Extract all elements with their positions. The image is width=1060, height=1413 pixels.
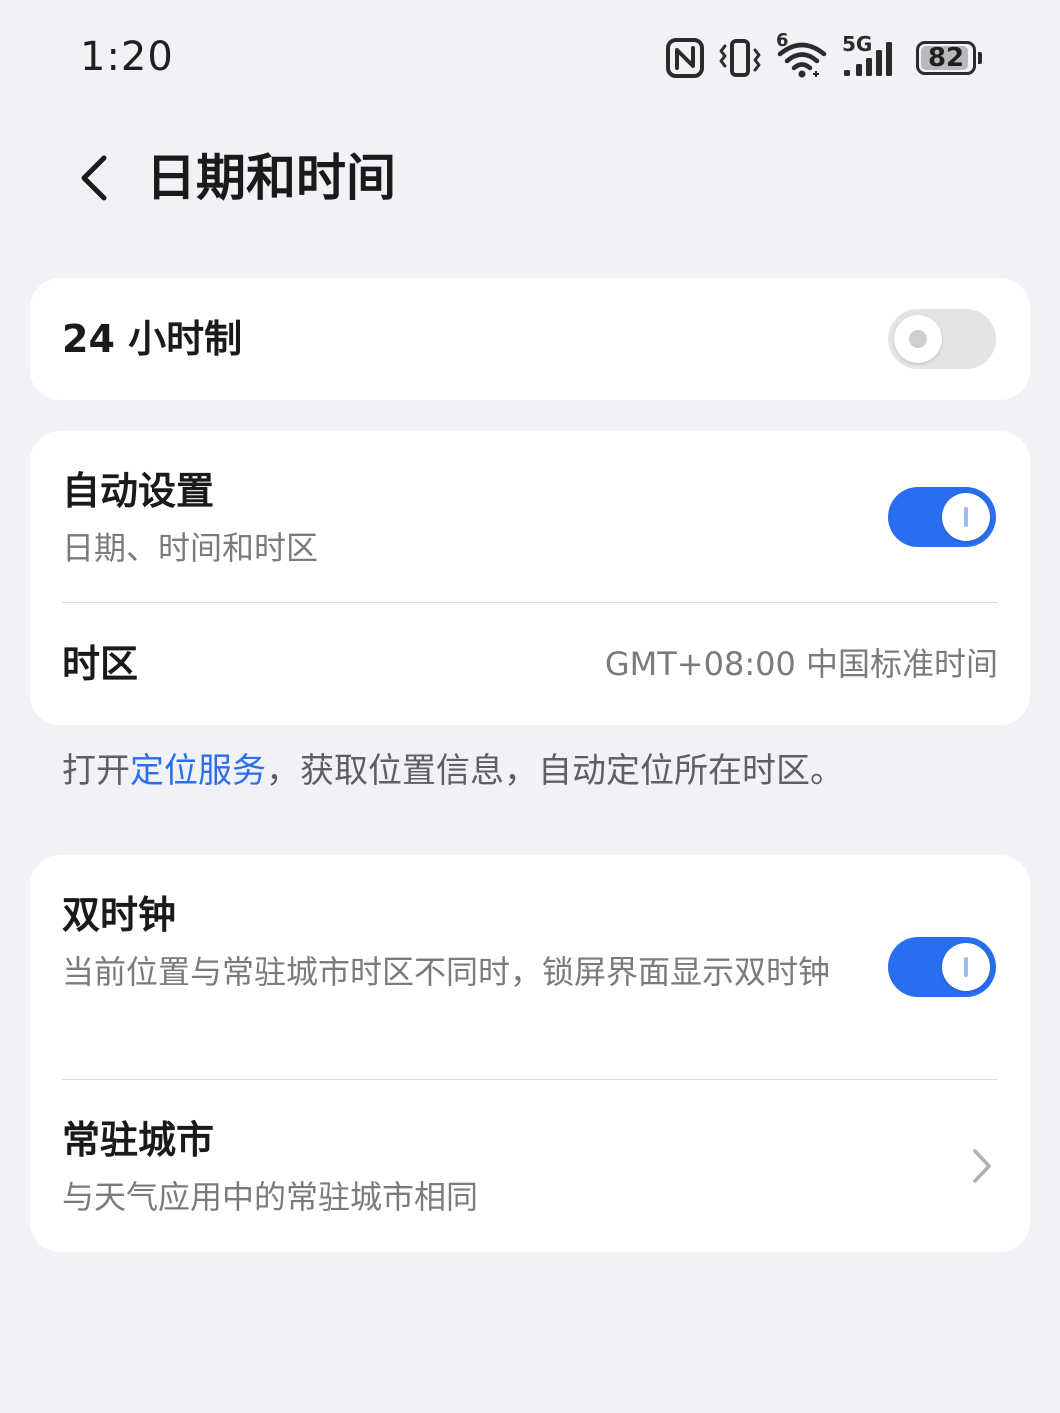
status-bar: 1:20 6 5G 82 [0,0,1060,118]
toggle-knob [942,943,990,991]
back-button[interactable] [66,150,122,206]
location-hint: 打开定位服务，获取位置信息，自动定位所在时区。 [62,745,844,797]
page-title: 日期和时间 [146,149,396,207]
status-icons: 6 5G 82 [666,30,982,78]
cellular-signal-icon: 5G [842,32,902,78]
card-dual-clock: 双时钟 当前位置与常驻城市时区不同时，锁屏界面显示双时钟 常驻城市 与天气应用中… [30,855,1030,1252]
location-service-link[interactable]: 定位服务 [130,751,266,791]
row-auto-set-subtitle: 日期、时间和时区 [62,529,319,567]
toggle-knob [894,315,942,363]
row-home-city-subtitle: 与天气应用中的常驻城市相同 [62,1178,479,1216]
toggle-auto-set[interactable] [888,487,996,547]
hint-suffix: ，获取位置信息，自动定位所在时区。 [266,751,844,791]
row-home-city-title: 常驻城市 [62,1118,215,1162]
row-timezone-value: GMT+08:00 中国标准时间 [604,645,998,683]
toggle-24-hour[interactable] [888,309,996,369]
toggle-dual-clock[interactable] [888,937,996,997]
row-home-city[interactable]: 常驻城市 与天气应用中的常驻城市相同 [30,1080,1030,1252]
row-24-hour-title: 24 小时制 [62,317,243,361]
chevron-right-icon [973,1149,991,1183]
wifi-badge: 6 [776,30,789,51]
network-type-label: 5G [842,32,873,56]
nfc-icon [666,38,704,78]
row-dual-clock-subtitle: 当前位置与常驻城市时区不同时，锁屏界面显示双时钟 [62,953,831,991]
page-header: 日期和时间 [0,130,1060,226]
row-dual-clock-title: 双时钟 [62,893,177,937]
card-auto-settings: 自动设置 日期、时间和时区 时区 GMT+08:00 中国标准时间 [30,431,1030,725]
toggle-knob [942,493,990,541]
card-hour-format: 24 小时制 [30,278,1030,400]
vibrate-icon [718,38,762,78]
row-auto-set-title: 自动设置 [62,469,215,513]
chevron-left-icon [81,155,107,201]
battery-level: 82 [927,43,965,73]
row-24-hour[interactable]: 24 小时制 [30,278,1030,400]
status-time: 1:20 [80,34,174,80]
row-timezone-title: 时区 [62,642,139,686]
row-dual-clock[interactable]: 双时钟 当前位置与常驻城市时区不同时，锁屏界面显示双时钟 [30,855,1030,1079]
row-timezone[interactable]: 时区 GMT+08:00 中国标准时间 [30,603,1030,725]
wifi-icon: 6 [776,30,828,78]
row-auto-set[interactable]: 自动设置 日期、时间和时区 [30,431,1030,603]
battery-icon: 82 [916,41,982,75]
hint-prefix: 打开 [62,751,130,791]
